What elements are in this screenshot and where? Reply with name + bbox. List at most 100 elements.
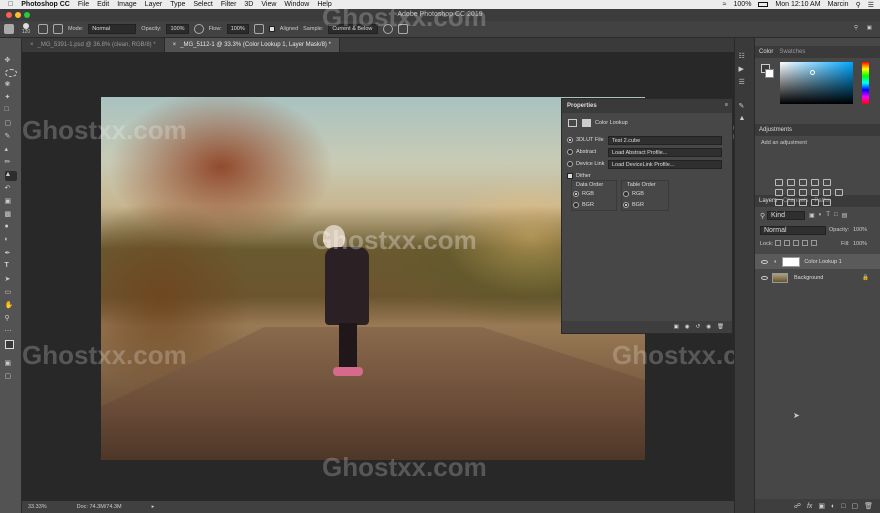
lock-move-icon[interactable] (793, 240, 799, 246)
close-tab-icon[interactable]: × (173, 42, 177, 48)
ignore-adjustment-icon[interactable] (383, 24, 394, 34)
crop-tool-icon[interactable]: □ (5, 106, 17, 116)
menu-view[interactable]: View (261, 1, 276, 8)
pressure-size-icon[interactable] (398, 24, 409, 34)
table-order-bgr-radio[interactable] (623, 202, 629, 208)
eraser-tool-icon[interactable]: ▣ (5, 197, 17, 207)
mode-select[interactable]: Normal (88, 24, 137, 34)
menu-help[interactable]: Help (317, 1, 331, 8)
type-filter-icon[interactable]: T (826, 212, 830, 219)
tab-swatches[interactable]: Swatches (779, 49, 805, 55)
panel-menu-icon[interactable]: ≡ (725, 102, 728, 108)
hue-slider[interactable] (862, 62, 869, 104)
delete-layer-icon[interactable]: 🗑 (864, 502, 873, 510)
clone-stamp-tool-button[interactable]: ▲ (4, 171, 17, 181)
menu-image[interactable]: Image (117, 1, 136, 8)
reset-icon[interactable]: ↺ (696, 324, 701, 330)
vibrance-icon[interactable] (823, 179, 831, 186)
photo-filter-icon[interactable] (811, 189, 819, 196)
fx-icon[interactable]: fx (807, 503, 812, 510)
hue-saturation-icon[interactable] (775, 189, 783, 196)
apple-icon[interactable]:  (8, 1, 13, 8)
minimize-window-button[interactable] (15, 12, 21, 18)
view-previous-icon[interactable]: ◉ (685, 324, 690, 330)
new-layer-icon[interactable]: ▢ (851, 502, 858, 510)
gradient-map-icon[interactable] (823, 199, 831, 206)
more-tools-icon[interactable]: ⋯ (5, 327, 17, 337)
list-icon[interactable]: ☰ (868, 1, 874, 9)
wifi-icon[interactable]: ≈ (723, 1, 727, 8)
link-layers-icon[interactable]: ☍ (794, 502, 801, 510)
layer-thumbnail[interactable] (772, 272, 788, 283)
lasso-tool-icon[interactable]: ❀ (5, 80, 17, 90)
brush-panel-icon[interactable]: ✎ (739, 102, 751, 112)
black-white-icon[interactable] (799, 189, 807, 196)
sample-select[interactable]: Current & Below (328, 24, 379, 34)
actions-panel-icon[interactable]: ▶ (739, 65, 751, 75)
clone-source-panel-icon[interactable]: ▲ (739, 115, 751, 125)
zoom-tool-icon[interactable]: ⚲ (5, 314, 17, 324)
layer-mask-thumbnail[interactable] (782, 256, 801, 267)
smart-object-filter-icon[interactable]: ▤ (842, 212, 848, 219)
new-adjustment-icon[interactable]: ◐ (831, 503, 835, 510)
healing-tool-icon[interactable]: ▴ (5, 145, 17, 155)
pressure-opacity-icon[interactable] (193, 24, 204, 34)
color-field[interactable] (780, 62, 853, 104)
visibility-icon[interactable]: ◉ (706, 324, 711, 330)
tab-color[interactable]: Color (759, 49, 773, 55)
dither-checkbox[interactable] (567, 173, 573, 179)
delete-icon[interactable]: 🗑 (717, 324, 724, 330)
properties-panel-icon[interactable]: ☰ (739, 78, 751, 88)
tab-document-2[interactable]: × _MG_5112-1 @ 33.3% (Color Lookup 1, Lay… (164, 38, 340, 52)
close-tab-icon[interactable]: × (30, 42, 34, 48)
menu-filter[interactable]: Filter (221, 1, 237, 8)
quick-mask-icon[interactable]: ▣ (5, 359, 17, 369)
lock-icon[interactable]: 🔒 (862, 275, 869, 281)
airbrush-icon[interactable] (253, 24, 264, 34)
layer-name[interactable]: Color Lookup 1 (804, 259, 841, 265)
zoom-level[interactable]: 33.33% (28, 504, 47, 510)
zoom-window-button[interactable] (24, 12, 30, 18)
quick-select-tool-icon[interactable]: ✦ (5, 93, 17, 103)
tab-document-1[interactable]: × _MG_5391-1.psd @ 36.8% (clean, RGB/8) * (22, 38, 165, 52)
history-panel-icon[interactable]: ☷ (739, 52, 751, 62)
shape-filter-icon[interactable]: □ (834, 212, 838, 219)
layer-opacity-input[interactable]: 100% (853, 227, 867, 233)
clone-source-icon[interactable] (53, 24, 63, 34)
fill-input[interactable]: 100% (853, 241, 867, 247)
status-arrow-icon[interactable]: ▸ (152, 504, 155, 510)
path-select-tool-icon[interactable]: ➤ (5, 275, 17, 285)
workspace-icon[interactable]: ▣ (867, 25, 872, 31)
menu-file[interactable]: File (78, 1, 89, 8)
levels-icon[interactable] (787, 179, 795, 186)
brush-preset-picker[interactable]: 120 (19, 23, 33, 35)
marquee-tool-icon[interactable] (4, 69, 17, 77)
data-order-bgr-radio[interactable] (573, 202, 579, 208)
lock-all-icon[interactable] (811, 240, 817, 246)
move-tool-icon[interactable]: ✥ (5, 56, 17, 66)
lock-pixels-icon[interactable] (775, 240, 781, 246)
lut-file-radio[interactable] (567, 137, 573, 143)
color-swatches[interactable] (4, 340, 18, 356)
device-link-select[interactable]: Load DeviceLink Profile... (608, 160, 722, 169)
eyedropper-tool-icon[interactable]: ✎ (5, 132, 17, 142)
lock-paint-icon[interactable] (784, 240, 790, 246)
dodge-tool-icon[interactable]: ◐ (5, 236, 17, 246)
abstract-radio[interactable] (567, 149, 573, 155)
color-picker-handle[interactable] (810, 70, 815, 75)
table-order-rgb-radio[interactable] (623, 191, 629, 197)
layer-row-color-lookup[interactable]: ◐ Color Lookup 1 (755, 254, 880, 269)
color-lookup-icon[interactable] (835, 189, 843, 196)
menu-edit[interactable]: Edit (97, 1, 109, 8)
add-mask-icon[interactable]: ▣ (818, 502, 825, 510)
curves-icon[interactable] (799, 179, 807, 186)
selective-color-icon[interactable] (811, 199, 819, 206)
posterize-icon[interactable] (787, 199, 795, 206)
menu-user[interactable]: Marcin (828, 1, 849, 8)
menu-select[interactable]: Select (193, 1, 212, 8)
mask-icon[interactable] (582, 119, 591, 127)
layer-filter-select[interactable]: Kind (767, 211, 805, 220)
visibility-eye-icon[interactable] (761, 259, 768, 264)
menu-window[interactable]: Window (284, 1, 309, 8)
shape-tool-icon[interactable]: ▭ (5, 288, 17, 298)
